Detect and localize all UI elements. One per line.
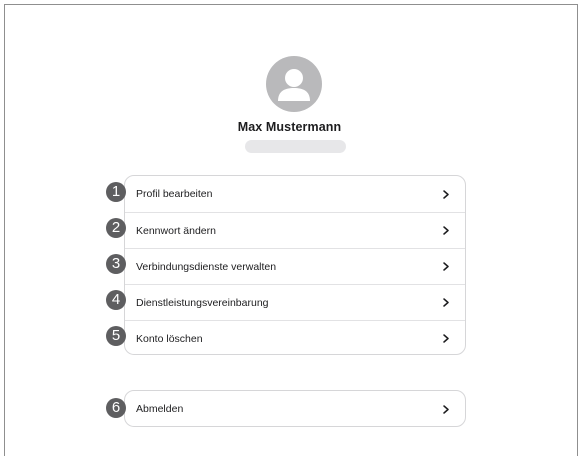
menu-item-manage-connections[interactable]: Verbindungsdienste verwalten [125, 248, 465, 284]
logout-button[interactable]: Abmelden [125, 391, 465, 427]
user-avatar-icon[interactable] [266, 56, 322, 112]
logout-card: Abmelden [124, 390, 466, 427]
chevron-right-icon [441, 226, 451, 236]
callout-badge-4: 4 [106, 290, 126, 310]
menu-item-label: Verbindungsdienste verwalten [136, 260, 277, 273]
menu-item-label: Profil bearbeiten [136, 188, 213, 200]
callout-badge-5: 5 [106, 326, 126, 346]
menu-item-label: Kennwort ändern [136, 224, 216, 237]
chevron-right-icon [441, 334, 451, 344]
chevron-right-icon [441, 189, 451, 199]
callout-badge-2: 2 [106, 218, 126, 238]
chevron-right-icon [441, 262, 451, 272]
user-email-placeholder [245, 140, 346, 153]
menu-item-label: Dienstleistungsvereinbarung [136, 296, 269, 309]
menu-item-edit-profile[interactable]: Profil bearbeiten [125, 176, 465, 212]
menu-item-delete-account[interactable]: Konto löschen [125, 320, 465, 356]
menu-item-service-agreement[interactable]: Dienstleistungsvereinbarung [125, 284, 465, 320]
chevron-right-icon [441, 298, 451, 308]
callout-badge-1: 1 [106, 182, 126, 202]
logout-label: Abmelden [136, 403, 184, 415]
user-name: Max Mustermann [237, 120, 342, 134]
callout-badge-3: 3 [106, 254, 126, 274]
callout-badge-6: 6 [106, 398, 126, 418]
menu-item-change-password[interactable]: Kennwort ändern [125, 212, 465, 248]
menu-item-label: Konto löschen [136, 332, 203, 345]
chevron-right-icon [441, 404, 451, 414]
account-menu: Profil bearbeiten Kennwort ändern Verbin… [124, 175, 466, 355]
